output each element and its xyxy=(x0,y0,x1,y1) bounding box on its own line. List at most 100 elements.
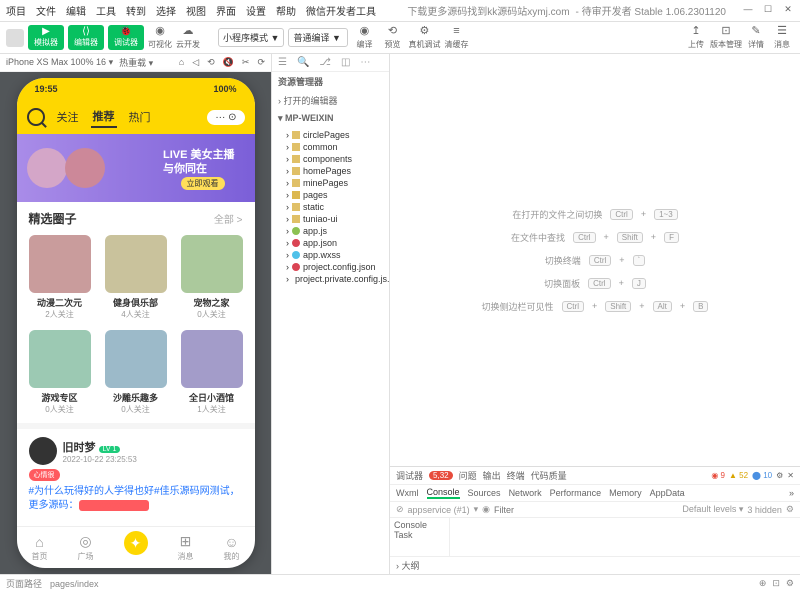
menu-item[interactable]: 界面 xyxy=(216,3,236,18)
error-count[interactable]: ◉ 9 xyxy=(711,471,725,480)
nav-item[interactable]: ☺我的 xyxy=(224,534,240,562)
menu-item[interactable]: 视图 xyxy=(186,3,206,18)
device-select[interactable]: iPhone XS Max 100% 16 ▾ xyxy=(6,57,113,68)
maximize-icon[interactable]: ☐ xyxy=(762,3,774,15)
refresh-icon[interactable]: ⟲ xyxy=(207,57,215,68)
close-devtools-icon[interactable]: ✕ xyxy=(787,471,794,480)
close-icon[interactable]: ✕ xyxy=(782,3,794,15)
rotate-icon[interactable]: ⟳ xyxy=(257,57,265,68)
devtools-subtab[interactable]: Memory xyxy=(609,488,642,498)
debugger-button[interactable]: 🐞调试器 xyxy=(108,25,144,50)
circle-card[interactable]: 健身俱乐部4人关注 xyxy=(105,235,167,320)
tree-node[interactable]: › project.config.json xyxy=(272,261,389,273)
tree-node[interactable]: › project.private.config.js... xyxy=(272,273,389,285)
circle-card[interactable]: 宠物之家0人关注 xyxy=(181,235,243,320)
explorer-icon[interactable]: ☰ xyxy=(278,57,287,68)
devtools-subtab[interactable]: Performance xyxy=(550,488,602,498)
tree-node[interactable]: › minePages xyxy=(272,177,389,189)
warn-count[interactable]: ▲ 52 xyxy=(729,471,748,480)
preview-button[interactable]: ⟲预览 xyxy=(380,25,404,49)
search-icon[interactable] xyxy=(27,108,45,126)
info-count[interactable]: ⬤ 10 xyxy=(752,471,772,480)
tree-node[interactable]: › app.js xyxy=(272,225,389,237)
circle-card[interactable]: 游戏专区0人关注 xyxy=(29,330,91,415)
tab-hot[interactable]: 热门 xyxy=(127,107,153,127)
tree-node[interactable]: › tuniao-ui xyxy=(272,213,389,225)
footer-icon[interactable]: ⊕ xyxy=(759,578,767,589)
menu-item[interactable]: 微信开发者工具 xyxy=(306,3,376,18)
back-icon[interactable]: ◁ xyxy=(192,57,199,68)
devtools-subtab[interactable]: Sources xyxy=(468,488,501,498)
nav-item[interactable]: ◎广场 xyxy=(78,533,94,562)
upload-button[interactable]: ↥上传 xyxy=(684,25,708,49)
footer-icon[interactable]: ⊡ xyxy=(772,578,780,589)
circle-card[interactable]: 沙雕乐趣多0人关注 xyxy=(105,330,167,415)
home-icon[interactable]: ⌂ xyxy=(179,57,184,68)
devtools-tab[interactable]: 终端 xyxy=(507,469,525,482)
devtools-tab-main[interactable]: 调试器 xyxy=(396,469,423,482)
branch-icon[interactable]: ⎇ xyxy=(319,57,331,68)
devtools-subtab[interactable]: Console xyxy=(427,487,460,499)
target-select[interactable]: 普通编译 ▼ xyxy=(288,28,348,47)
remote-debug-button[interactable]: ⚙真机调试 xyxy=(408,25,440,49)
menu-item[interactable]: 选择 xyxy=(156,3,176,18)
devtools-subtab[interactable]: Network xyxy=(509,488,542,498)
nav-item[interactable]: ⊞消息 xyxy=(178,533,194,562)
editor-button[interactable]: ⟨⟩编辑器 xyxy=(68,25,104,50)
banner[interactable]: LIVE 美女主播与你同在 立即观看 xyxy=(17,134,255,202)
post-avatar[interactable] xyxy=(29,437,57,465)
cut-icon[interactable]: ✂ xyxy=(242,57,250,68)
more-icon[interactable]: ⋯ xyxy=(360,57,370,68)
circle-card[interactable]: 动漫二次元2人关注 xyxy=(29,235,91,320)
task-side-tab[interactable]: Task xyxy=(394,530,445,540)
tree-node[interactable]: › homePages xyxy=(272,165,389,177)
simulator-button[interactable]: ▶模拟器 xyxy=(28,25,64,50)
tree-node[interactable]: › components xyxy=(272,153,389,165)
devtools-tab[interactable]: 问题 xyxy=(459,469,477,482)
compile-button[interactable]: ◉编译 xyxy=(352,25,376,49)
devtools-subtab[interactable]: Wxml xyxy=(396,488,419,498)
outline-icon[interactable]: ◫ xyxy=(341,57,350,68)
filter-input[interactable] xyxy=(494,505,678,515)
mode-select[interactable]: 小程序模式 ▼ xyxy=(218,28,284,47)
gear-icon[interactable]: ⚙ xyxy=(776,471,783,480)
menu-item[interactable]: 编辑 xyxy=(66,3,86,18)
search-panel-icon[interactable]: 🔍 xyxy=(297,57,309,68)
avatar[interactable] xyxy=(6,29,24,47)
menu-item[interactable]: 文件 xyxy=(36,3,56,18)
devtools-subtab[interactable]: AppData xyxy=(650,488,685,498)
tree-node[interactable]: › common xyxy=(272,141,389,153)
menu-item[interactable]: 项目 xyxy=(6,3,26,18)
tree-node[interactable]: › pages xyxy=(272,189,389,201)
tree-node[interactable]: › static xyxy=(272,201,389,213)
tree-node[interactable]: › app.json xyxy=(272,237,389,249)
ua-select[interactable]: 热重载 ▾ xyxy=(119,56,153,69)
console-side-tab[interactable]: Console xyxy=(394,520,445,530)
devtools-tab[interactable]: 输出 xyxy=(483,469,501,482)
minimize-icon[interactable]: — xyxy=(742,3,754,15)
tree-node[interactable]: › app.wxss xyxy=(272,249,389,261)
more-link[interactable]: 全部 > xyxy=(214,211,243,226)
devtools-tab[interactable]: 代码质量 xyxy=(531,469,567,482)
project-root[interactable]: ▾ MP-WEIXIN xyxy=(272,110,389,127)
context-select[interactable]: appservice (#1) xyxy=(408,505,470,515)
visual-button[interactable]: ◉可视化 xyxy=(148,25,172,49)
level-select[interactable]: Default levels ▾ xyxy=(682,504,743,515)
cloud-button[interactable]: ☁云开发 xyxy=(176,25,200,49)
tab-follow[interactable]: 关注 xyxy=(55,107,81,127)
tab-recommend[interactable]: 推荐 xyxy=(91,106,117,128)
version-button[interactable]: ⊡版本管理 xyxy=(710,25,742,49)
nav-item[interactable]: ⌂首页 xyxy=(32,534,48,562)
settings-icon[interactable]: ⚙ xyxy=(786,504,794,515)
footer-icon[interactable]: ⚙ xyxy=(786,578,794,589)
clear-cache-button[interactable]: ≡清缓存 xyxy=(444,25,468,49)
menu-item[interactable]: 工具 xyxy=(96,3,116,18)
circle-card[interactable]: 全日小酒馆1人关注 xyxy=(181,330,243,415)
clear-console-icon[interactable]: ⊘ xyxy=(396,504,404,515)
post[interactable]: 旧时梦 LV 1 2022-10-22 23:25:53 心情很 #为什么玩得好… xyxy=(17,423,255,521)
open-editors[interactable]: › 打开的编辑器 xyxy=(272,91,389,110)
capsule-button[interactable]: ··· ⊙ xyxy=(207,110,244,125)
page-path[interactable]: pages/index xyxy=(50,579,99,589)
mute-icon[interactable]: 🔇 xyxy=(223,57,234,68)
details-button[interactable]: ✎详情 xyxy=(744,25,768,49)
